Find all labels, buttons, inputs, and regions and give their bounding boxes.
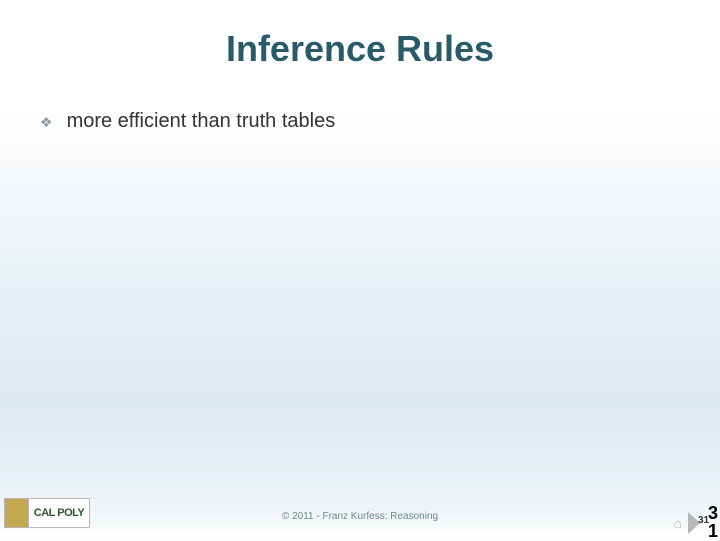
logo-text: CAL POLY [29,507,89,519]
content-area: ❖ more efficient than truth tables [0,70,720,133]
calpoly-logo: CAL POLY [4,498,90,528]
nav-area: ⌂ 31 3 1 [674,512,714,534]
copyright-text: © 2011 - Franz Kurfess: Reasoning [282,511,438,522]
diamond-bullet-icon: ❖ [40,114,53,131]
home-icon: ⌂ [674,515,682,531]
page-back-top: 3 [708,504,718,522]
bullet-item: ❖ more efficient than truth tables [40,110,720,133]
bullet-text: more efficient than truth tables [67,110,336,133]
page-number-back: 3 1 [708,504,718,540]
footer: CAL POLY © 2011 - Franz Kurfess: Reasoni… [0,488,720,540]
page-indicator: 31 3 1 [688,512,714,534]
slide-title: Inference Rules [0,0,720,70]
logo-emblem [5,499,29,527]
page-back-bottom: 1 [708,522,718,540]
